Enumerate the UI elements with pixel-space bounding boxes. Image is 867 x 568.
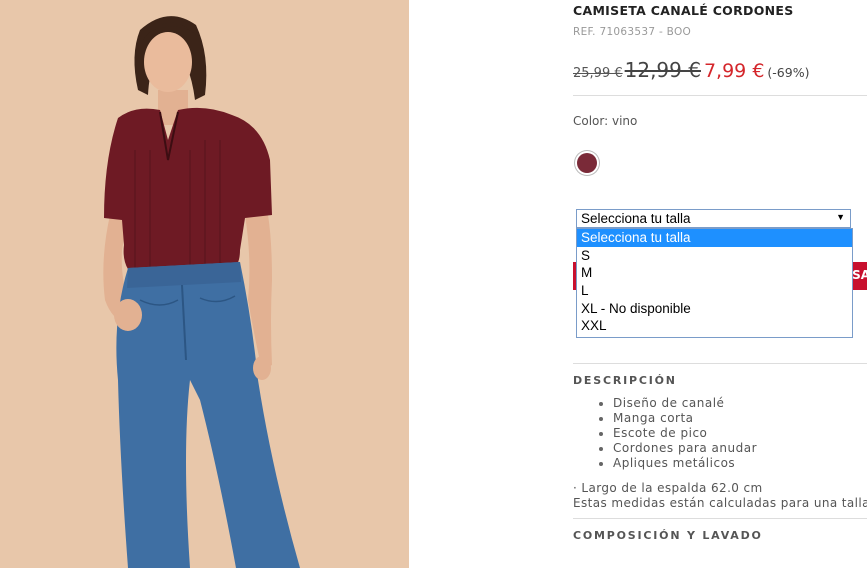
product-image[interactable] <box>0 0 409 568</box>
size-option-placeholder[interactable]: Selecciona tu talla <box>577 229 852 247</box>
back-length: · Largo de la espalda 62.0 cm <box>573 481 763 495</box>
size-option-l[interactable]: L <box>577 282 852 300</box>
dropdown-arrow-icon[interactable]: ▼ <box>836 212 845 222</box>
feature-item: Apliques metálicos <box>599 456 757 471</box>
price-block: 25,99 €12,99 €7,99 € (-69%) <box>573 58 809 82</box>
divider <box>573 95 867 96</box>
product-reference: REF. 71063537 - BOO <box>573 26 692 38</box>
add-to-cart-label: SA <box>852 268 867 282</box>
size-option-xl[interactable]: XL - No disponible <box>577 300 852 318</box>
size-option-m[interactable]: M <box>577 264 852 282</box>
feature-item: Manga corta <box>599 411 757 426</box>
feature-item: Diseño de canalé <box>599 396 757 411</box>
add-to-cart-button[interactable]: SA <box>852 262 867 290</box>
feature-item: Escote de pico <box>599 426 757 441</box>
previous-price: 12,99 € <box>624 58 701 82</box>
composition-heading[interactable]: COMPOSICIÓN Y LAVADO <box>573 529 763 542</box>
measurement-note: Estas medidas están calculadas para una … <box>573 496 867 510</box>
feature-item: Cordones para anudar <box>599 441 757 455</box>
size-select-value: Selecciona tu talla <box>581 211 691 226</box>
divider <box>573 518 867 519</box>
product-info: CAMISETA CANALÉ CORDONES REF. 71063537 -… <box>573 0 867 568</box>
model-illustration <box>0 0 409 568</box>
size-select[interactable]: Selecciona tu talla ▼ <box>576 209 851 228</box>
discount-badge: (-69%) <box>767 65 810 80</box>
current-price: 7,99 € <box>703 60 765 82</box>
measurements: · Largo de la espalda 62.0 cm Estas medi… <box>573 481 867 511</box>
description-heading[interactable]: DESCRIPCIÓN <box>573 374 677 387</box>
color-swatch-vino[interactable] <box>577 153 597 173</box>
size-option-s[interactable]: S <box>577 247 852 265</box>
original-price: 25,99 € <box>573 66 623 81</box>
feature-list: Diseño de canalé Manga corta Escote de p… <box>599 396 757 471</box>
product-title: CAMISETA CANALÉ CORDONES <box>573 3 794 18</box>
size-options-list: Selecciona tu talla S M L XL - No dispon… <box>576 228 853 338</box>
size-option-xxl[interactable]: XXL <box>577 317 852 335</box>
color-label: Color: vino <box>573 114 638 128</box>
divider <box>573 363 867 364</box>
